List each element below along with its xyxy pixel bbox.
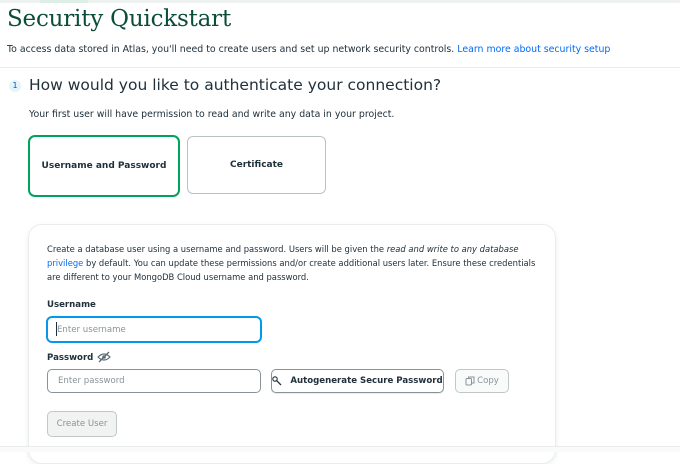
bottom-strip: [0, 447, 680, 452]
description-part-2: by default. You can update these permiss…: [47, 258, 536, 282]
auth-option-username-password[interactable]: Username and Password: [28, 135, 180, 197]
page-title: Security Quickstart: [7, 6, 231, 32]
form-description: Create a database user using a username …: [47, 242, 547, 284]
auth-option-label: Certificate: [229, 160, 284, 170]
create-user-button[interactable]: Create User: [47, 411, 117, 437]
autogenerate-password-button[interactable]: Autogenerate Secure Password: [271, 369, 444, 393]
top-border-accent: [40, 0, 88, 3]
intro-description: To access data stored in Atlas, you'll n…: [7, 44, 455, 55]
copy-label: Copy: [477, 376, 499, 386]
username-label: Username: [47, 300, 96, 310]
intro-text: To access data stored in Atlas, you'll n…: [7, 44, 610, 55]
text-caret: [56, 322, 57, 336]
password-label: Password: [47, 353, 94, 363]
step-subtext: Your first user will have permission to …: [29, 109, 395, 120]
privilege-link[interactable]: privilege: [47, 258, 83, 268]
header-divider: [0, 67, 680, 68]
username-input[interactable]: [46, 316, 262, 343]
auth-option-certificate[interactable]: Certificate: [187, 136, 326, 194]
auth-option-label: Username and Password: [41, 161, 167, 171]
description-part-1: Create a database user using a username …: [47, 244, 385, 254]
description-emphasis: read and write to any database: [386, 244, 519, 254]
copy-button[interactable]: Copy: [455, 369, 509, 393]
magic-wand-icon: [272, 376, 282, 386]
autogenerate-label: Autogenerate Secure Password: [290, 376, 443, 386]
learn-more-link[interactable]: Learn more about security setup: [457, 44, 610, 55]
step-question: How would you like to authenticate your …: [29, 76, 442, 94]
password-input[interactable]: [47, 369, 261, 393]
copy-icon: [465, 376, 475, 386]
create-user-label: Create User: [56, 419, 108, 429]
eye-slash-icon[interactable]: [97, 351, 111, 363]
top-border: [0, 0, 680, 3]
step-number-badge: 1: [9, 80, 21, 92]
